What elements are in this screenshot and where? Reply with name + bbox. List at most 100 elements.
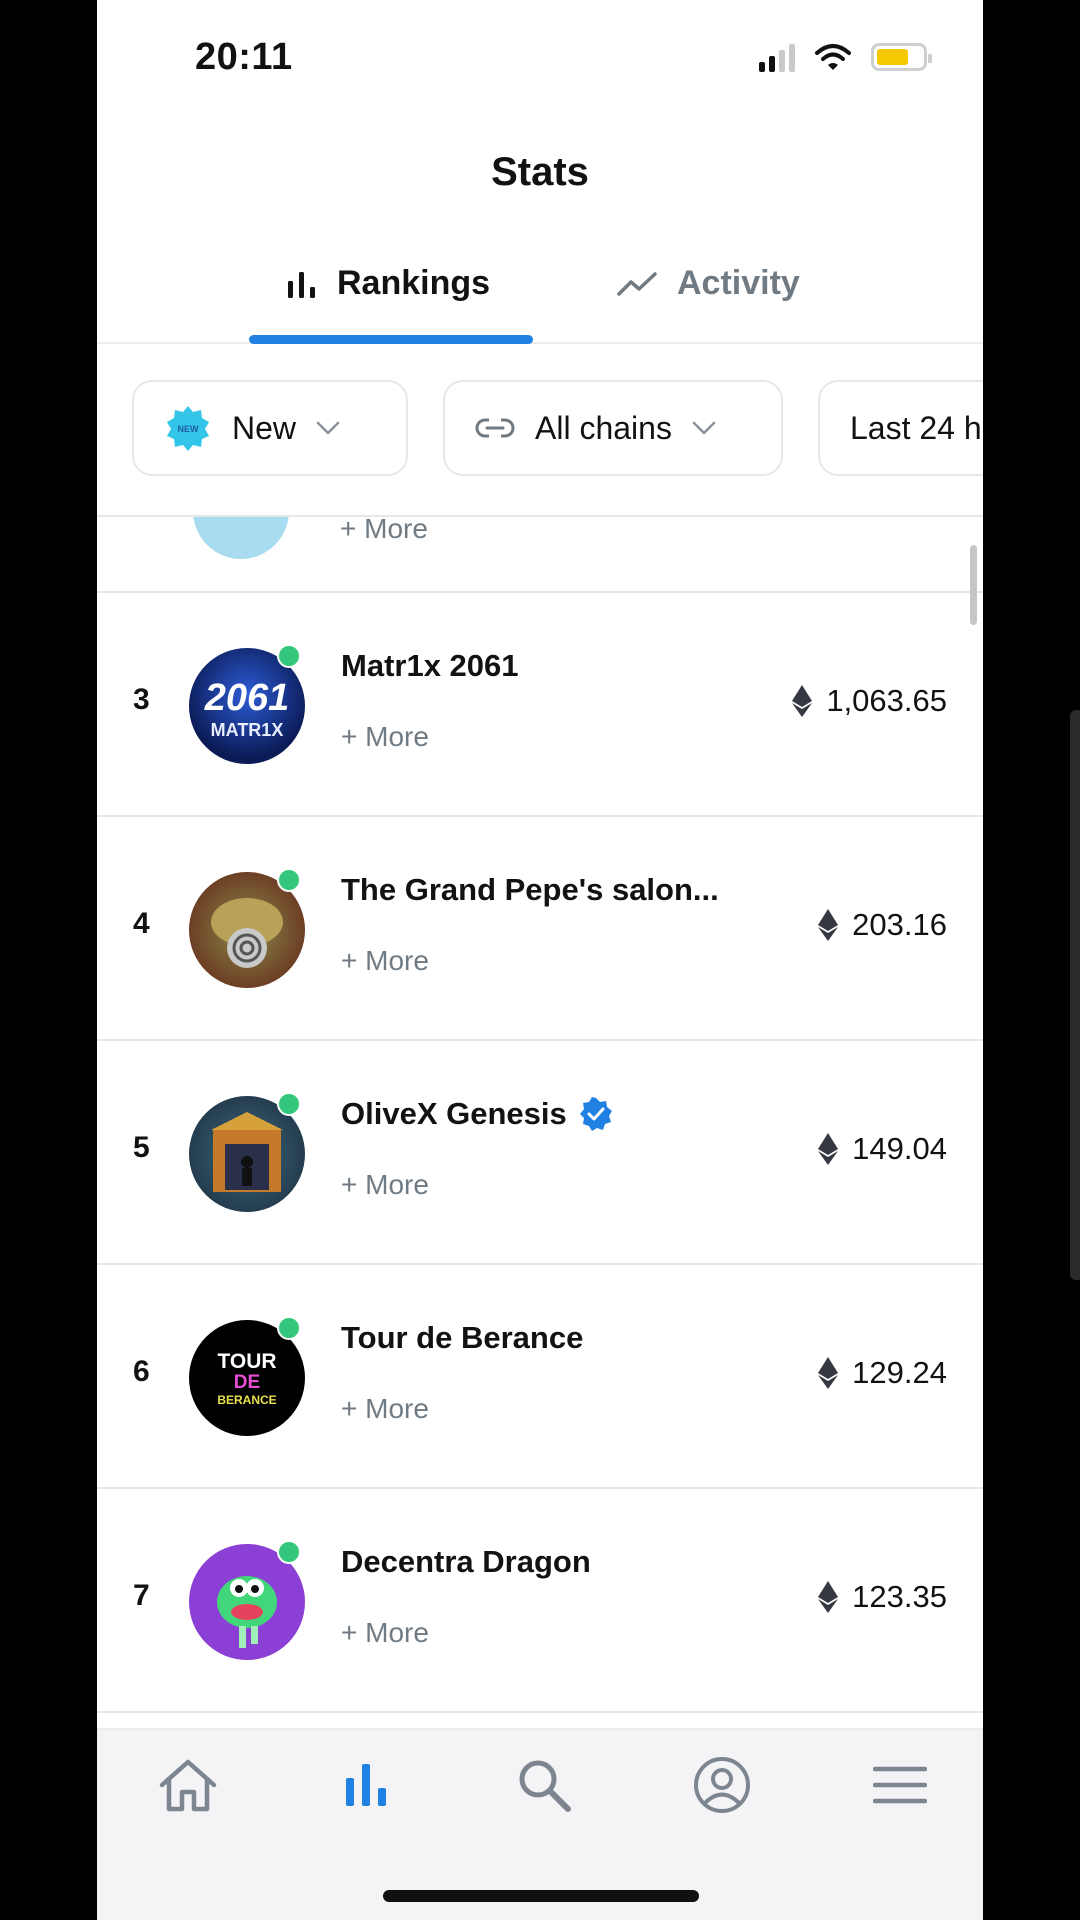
ranking-row[interactable]: 7 Decentra Dragon + More 123.35 bbox=[97, 1489, 983, 1713]
rank-number: 3 bbox=[133, 683, 150, 716]
bottom-nav bbox=[97, 1728, 983, 1920]
collection-name-text: Matr1x 2061 bbox=[341, 648, 519, 683]
more-link[interactable]: + More bbox=[341, 721, 429, 753]
online-status-dot bbox=[277, 1092, 301, 1116]
time-filter-dropdown[interactable]: Last 24 h bbox=[818, 380, 983, 476]
ethereum-icon bbox=[818, 1357, 839, 1389]
collection-name[interactable]: The Grand Pepe's salon... bbox=[341, 872, 719, 908]
nav-search[interactable] bbox=[509, 1750, 579, 1820]
svg-text:BERANCE: BERANCE bbox=[217, 1393, 276, 1407]
chevron-down-icon bbox=[316, 421, 340, 435]
nav-stats[interactable] bbox=[331, 1750, 401, 1820]
menu-icon bbox=[873, 1766, 927, 1804]
rank-number: 6 bbox=[133, 1355, 150, 1388]
more-link[interactable]: + More bbox=[341, 1617, 429, 1649]
status-time: 20:11 bbox=[195, 36, 293, 78]
ranking-row[interactable]: 3 2061 MATR1X Matr1x 2061 + More 1,063.6… bbox=[97, 593, 983, 817]
svg-text:2061: 2061 bbox=[204, 677, 290, 719]
active-tab-indicator bbox=[249, 335, 533, 344]
list-item[interactable]: + More bbox=[97, 517, 983, 593]
volume: 123.35 bbox=[818, 1579, 947, 1615]
app-screen: 20:11 Stats Rankings Activity NEW New Al… bbox=[97, 0, 983, 1920]
battery-icon bbox=[871, 43, 932, 71]
svg-text:NEW: NEW bbox=[178, 424, 200, 434]
online-status-dot bbox=[277, 1540, 301, 1564]
volume-value: 123.35 bbox=[852, 1579, 947, 1614]
svg-text:DE: DE bbox=[234, 1372, 260, 1393]
tab-activity-label: Activity bbox=[677, 264, 800, 302]
wifi-icon bbox=[815, 44, 851, 70]
verified-badge-icon bbox=[579, 1097, 612, 1131]
volume: 1,063.65 bbox=[792, 683, 947, 719]
ethereum-icon bbox=[818, 1581, 839, 1613]
collection-name[interactable]: Tour de Berance bbox=[341, 1320, 583, 1356]
page-title: Stats bbox=[491, 150, 589, 194]
svg-text:TOUR: TOUR bbox=[217, 1350, 276, 1373]
collection-avatar bbox=[189, 1092, 305, 1212]
svg-text:MATR1X: MATR1X bbox=[211, 720, 284, 740]
rankings-list[interactable]: + More 3 2061 MATR1X Matr1x 2061 + More bbox=[97, 517, 983, 1727]
collection-name-text: The Grand Pepe's salon... bbox=[341, 872, 719, 907]
collection-avatar bbox=[189, 1540, 305, 1660]
rank-number: 5 bbox=[133, 1131, 150, 1164]
time-filter-label: Last 24 h bbox=[850, 409, 982, 446]
collection-name-text: Tour de Berance bbox=[341, 1320, 584, 1355]
bar-chart-icon bbox=[288, 271, 315, 298]
more-link[interactable]: + More bbox=[341, 1169, 429, 1201]
filter-bar: NEW New All chains Last 24 h bbox=[132, 380, 983, 476]
ethereum-icon bbox=[792, 685, 813, 717]
nav-profile[interactable] bbox=[687, 1750, 757, 1820]
volume-value: 129.24 bbox=[852, 1355, 947, 1390]
collection-name-text: Decentra Dragon bbox=[341, 1544, 591, 1579]
status-icons bbox=[759, 42, 932, 72]
scrollbar[interactable] bbox=[970, 545, 977, 625]
trend-line-icon bbox=[617, 271, 657, 296]
online-status-dot bbox=[277, 1316, 301, 1340]
nav-home[interactable] bbox=[153, 1750, 223, 1820]
rank-number: 4 bbox=[133, 907, 150, 940]
online-status-dot bbox=[277, 644, 301, 668]
collection-avatar: TOUR DE BERANCE bbox=[189, 1316, 305, 1436]
chain-filter-dropdown[interactable]: All chains bbox=[443, 380, 783, 476]
tab-rankings[interactable]: Rankings bbox=[287, 264, 490, 303]
more-link[interactable]: + More bbox=[341, 1393, 429, 1425]
ethereum-icon bbox=[818, 1133, 839, 1165]
ranking-row[interactable]: 4 The Grand Pepe's salon... + More 203.1… bbox=[97, 817, 983, 1041]
collection-name[interactable]: Matr1x 2061 bbox=[341, 648, 519, 684]
collection-name[interactable]: Decentra Dragon bbox=[341, 1544, 591, 1580]
nav-menu[interactable] bbox=[865, 1750, 935, 1820]
volume: 149.04 bbox=[818, 1131, 947, 1167]
more-link[interactable]: + More bbox=[340, 517, 428, 545]
collection-name-text: OliveX Genesis bbox=[341, 1096, 567, 1131]
collection-name[interactable]: OliveX Genesis bbox=[341, 1096, 613, 1132]
status-bar: 20:11 bbox=[97, 0, 983, 120]
profile-icon bbox=[694, 1757, 750, 1813]
ranking-row[interactable]: 6 TOUR DE BERANCE Tour de Berance + More bbox=[97, 1265, 983, 1489]
ranking-row[interactable]: 5 OliveX Genesis + More 149.04 bbox=[97, 1041, 983, 1265]
chevron-down-icon bbox=[692, 421, 716, 435]
home-indicator[interactable] bbox=[383, 1890, 699, 1902]
new-badge-icon: NEW bbox=[164, 404, 212, 452]
volume: 129.24 bbox=[818, 1355, 947, 1391]
battery-level bbox=[877, 49, 908, 65]
home-icon bbox=[159, 1759, 217, 1812]
category-filter-label: New bbox=[232, 409, 297, 446]
chain-filter-label: All chains bbox=[535, 409, 672, 446]
tab-activity[interactable]: Activity bbox=[617, 264, 800, 303]
online-status-dot bbox=[277, 868, 301, 892]
collection-avatar: 2061 MATR1X bbox=[189, 644, 305, 764]
more-link[interactable]: + More bbox=[341, 945, 429, 977]
volume-value: 203.16 bbox=[852, 907, 947, 942]
category-filter-dropdown[interactable]: NEW New bbox=[132, 380, 408, 476]
stats-icon bbox=[346, 1764, 386, 1806]
device-side-button bbox=[1070, 710, 1080, 1280]
collection-avatar bbox=[193, 517, 289, 559]
tab-bar: Rankings Activity bbox=[97, 248, 983, 344]
cellular-signal-icon bbox=[759, 42, 795, 72]
volume-value: 149.04 bbox=[852, 1131, 947, 1166]
collection-avatar bbox=[189, 868, 305, 988]
tab-rankings-label: Rankings bbox=[337, 264, 491, 302]
ethereum-icon bbox=[818, 909, 839, 941]
volume: 203.16 bbox=[818, 907, 947, 943]
rank-number: 7 bbox=[133, 1579, 150, 1612]
